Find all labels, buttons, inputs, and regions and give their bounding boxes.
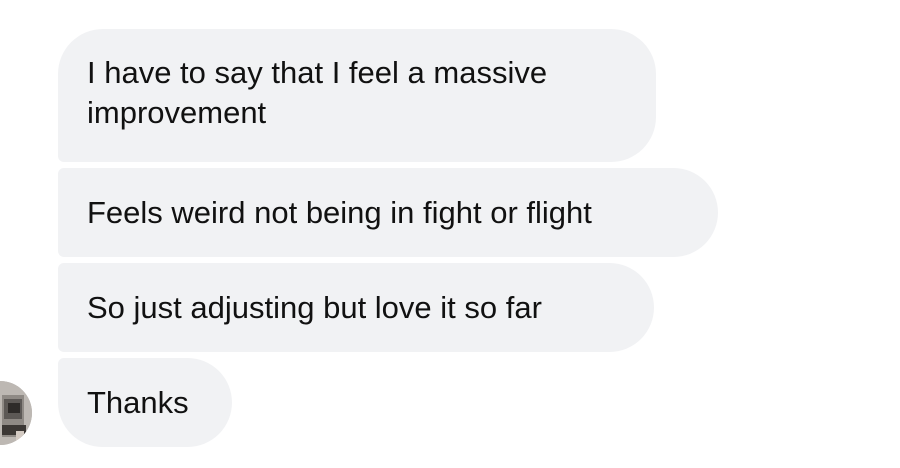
message-bubble[interactable]: Thanks xyxy=(58,358,232,447)
message-text: So just adjusting but love it so far xyxy=(87,289,542,325)
message-bubble[interactable]: So just adjusting but love it so far xyxy=(58,263,654,352)
message-text: Thanks xyxy=(87,384,189,420)
avatar[interactable] xyxy=(0,381,32,445)
avatar-photo-icon xyxy=(0,381,32,445)
message-bubble[interactable]: I have to say that I feel a massive impr… xyxy=(58,29,656,162)
message-bubble[interactable]: Feels weird not being in fight or flight xyxy=(58,168,718,257)
message-text: Feels weird not being in fight or flight xyxy=(87,194,592,230)
message-text: I have to say that I feel a massive impr… xyxy=(87,55,548,130)
